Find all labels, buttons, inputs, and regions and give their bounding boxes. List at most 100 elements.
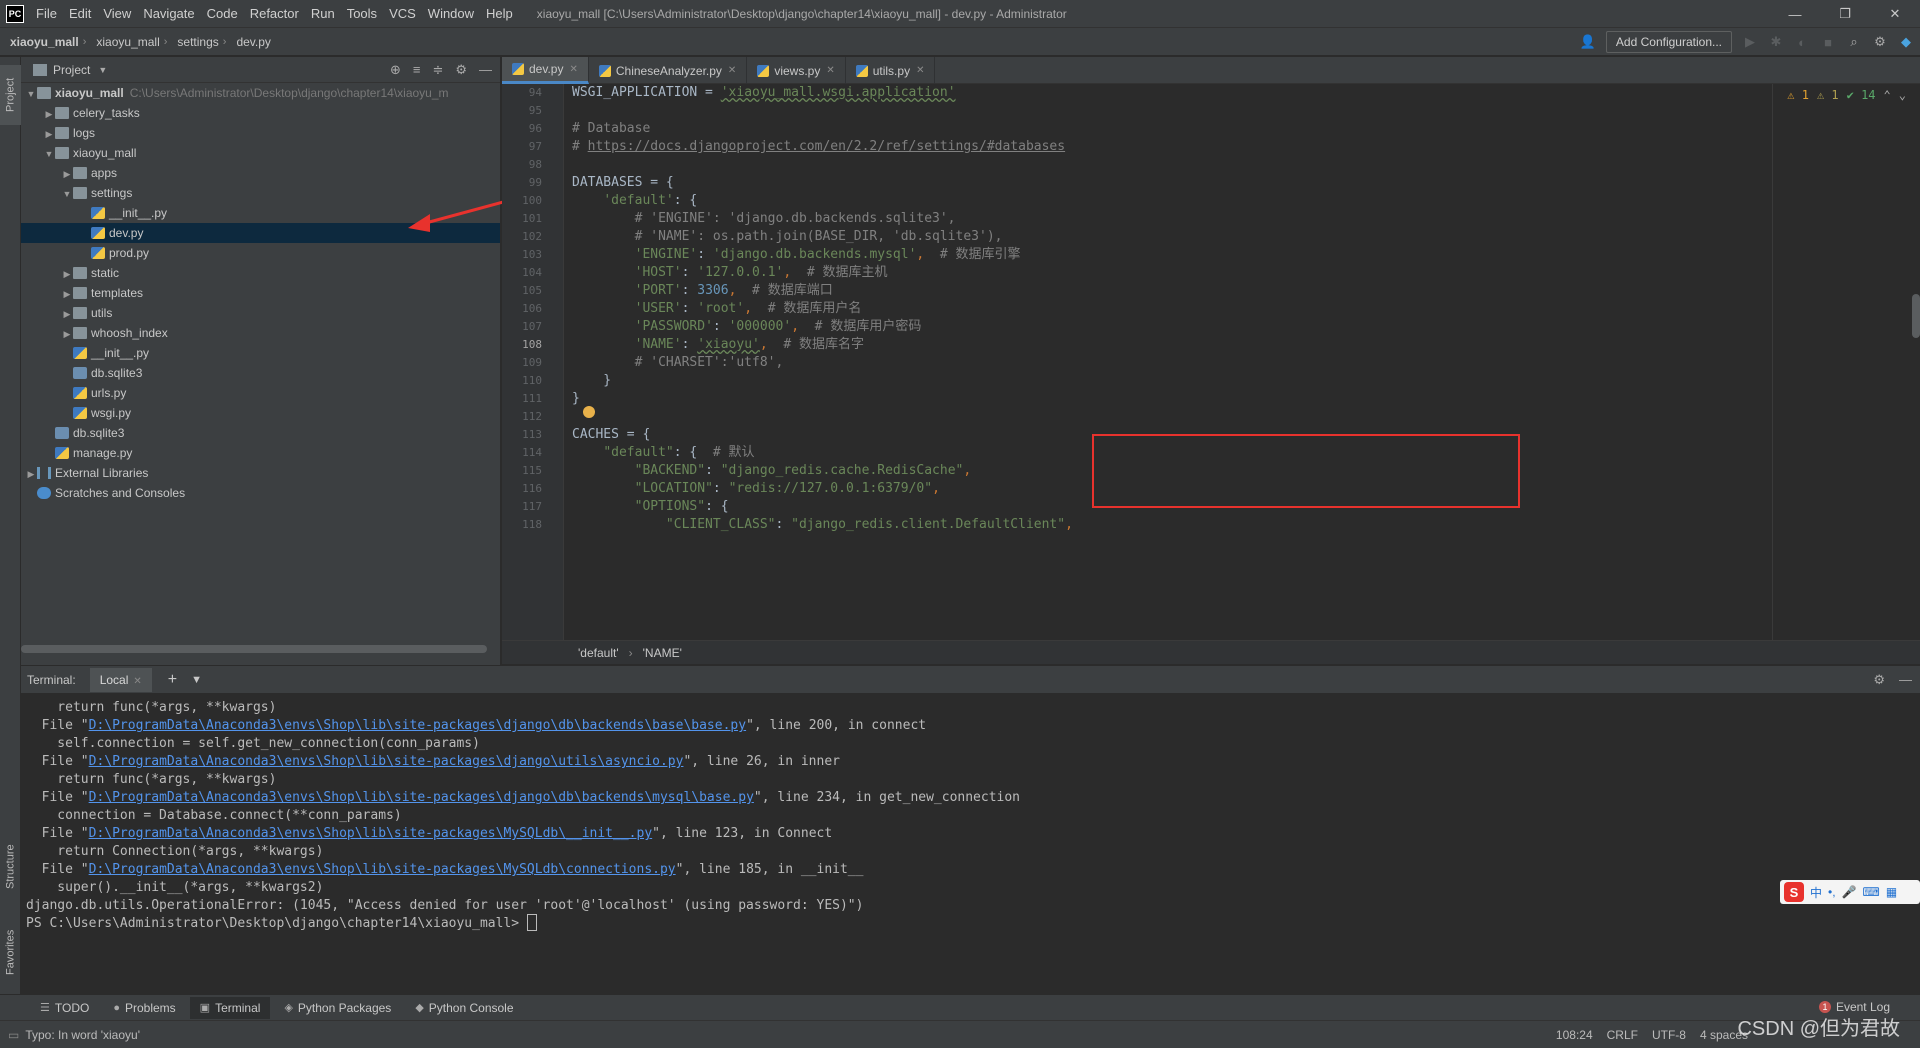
tool-tab-todo[interactable]: ☰ TODO (30, 997, 99, 1019)
tree-item[interactable]: __init__.py (21, 343, 500, 363)
search-icon[interactable]: ⌕ (1846, 34, 1862, 50)
locate-icon[interactable]: ⊕ (390, 62, 401, 78)
breadcrumb-package[interactable]: xiaoyu_mall (86, 35, 163, 49)
file-link[interactable]: D:\ProgramData\Anaconda3\envs\Shop\lib\s… (89, 754, 684, 769)
file-link[interactable]: D:\ProgramData\Anaconda3\envs\Shop\lib\s… (89, 718, 746, 733)
menu-item-file[interactable]: File (30, 0, 63, 28)
chevron-right-icon[interactable]: ▶ (61, 304, 73, 324)
punctuation-icon[interactable]: •, (1828, 885, 1836, 899)
menu-item-edit[interactable]: Edit (63, 0, 97, 28)
expand-all-icon[interactable]: ≡ (413, 62, 421, 78)
menu-item-navigate[interactable]: Navigate (137, 0, 200, 28)
ime-mode[interactable]: 中 (1810, 884, 1822, 901)
breadcrumb-default[interactable]: 'default' (578, 646, 619, 660)
tree-item[interactable]: ▶ logs (21, 123, 500, 144)
chevron-down-icon[interactable]: ▼ (43, 144, 55, 164)
breadcrumb-name[interactable]: 'NAME' (643, 646, 682, 660)
weak-warning-count[interactable]: ⚠ 1 (1817, 88, 1839, 102)
tool-tab-python-console[interactable]: ◆ Python Console (405, 997, 523, 1019)
chevron-down-icon[interactable]: ▼ (61, 184, 73, 204)
collapse-all-icon[interactable]: ≑ (432, 62, 443, 78)
gear-icon[interactable]: ⚙ (455, 62, 467, 78)
code-line[interactable]: WSGI_APPLICATION = 'xiaoyu_mall.wsgi.app… (572, 84, 956, 104)
menu-item-vcs[interactable]: VCS (383, 0, 422, 28)
tree-item[interactable]: ▶ External Libraries (21, 463, 500, 484)
file-encoding[interactable]: UTF-8 (1652, 1028, 1686, 1042)
new-terminal-icon[interactable]: + (168, 671, 177, 689)
chevron-right-icon[interactable]: ▶ (61, 164, 73, 184)
file-link[interactable]: D:\ProgramData\Anaconda3\envs\Shop\lib\s… (89, 826, 653, 841)
chevron-right-icon[interactable]: ▶ (61, 324, 73, 344)
chevron-right-icon[interactable]: ▶ (43, 124, 55, 144)
terminal-output[interactable]: return func(*args, **kwargs) File "D:\Pr… (21, 693, 1920, 993)
editor-tab[interactable]: views.py ✕ (747, 57, 846, 84)
close-icon[interactable]: ✕ (569, 64, 577, 75)
add-configuration-button[interactable]: Add Configuration... (1605, 31, 1732, 53)
inspection-widget[interactable]: ⚠ 1 ⚠ 1 ✔ 14 ⌃ ⌄ (1787, 88, 1906, 102)
chevron-right-icon[interactable]: ▶ (43, 104, 55, 124)
tree-item[interactable]: prod.py (21, 243, 500, 263)
tree-item[interactable]: ▶ whoosh_index (21, 323, 500, 344)
chevron-down-icon[interactable]: ▼ (25, 84, 37, 104)
run-icon[interactable]: ▶ (1742, 34, 1758, 50)
tree-item[interactable]: ▶ celery_tasks (21, 103, 500, 124)
ime-toolbar[interactable]: S 中 •, 🎤 ⌨ ▦ (1780, 880, 1920, 904)
structure-tool-tab[interactable]: Structure (0, 827, 21, 907)
tree-item[interactable]: wsgi.py (21, 403, 500, 423)
warning-count[interactable]: ⚠ 1 (1787, 88, 1809, 102)
keyboard-icon[interactable]: ⌨ (1863, 885, 1880, 899)
chevron-down-icon[interactable]: ⌄ (1899, 88, 1906, 102)
breadcrumb-project[interactable]: xiaoyu_mall (0, 35, 83, 49)
hide-icon[interactable]: — (1899, 672, 1912, 688)
menu-item-window[interactable]: Window (422, 0, 480, 28)
tool-tab-terminal[interactable]: ▣ Terminal (189, 996, 271, 1019)
editor-tab[interactable]: ChineseAnalyzer.py ✕ (589, 57, 748, 84)
tree-item[interactable]: ▶ templates (21, 283, 500, 303)
line-separator[interactable]: CRLF (1607, 1028, 1638, 1042)
tree-item[interactable]: urls.py (21, 383, 500, 403)
tree-item[interactable]: ▶ static (21, 263, 500, 284)
hide-icon[interactable]: — (479, 62, 492, 78)
project-tool-tab[interactable]: Project (0, 65, 21, 125)
minimize-icon[interactable]: — (1770, 0, 1820, 28)
close-icon[interactable]: ✕ (826, 65, 834, 76)
code-line[interactable]: } (572, 388, 580, 410)
panel-toggle-icon[interactable]: ▭ (8, 1028, 19, 1042)
editor-tab[interactable]: utils.py ✕ (846, 57, 936, 84)
close-icon[interactable]: ✕ (916, 65, 924, 76)
favorites-tool-tab[interactable]: Favorites (0, 917, 21, 987)
code-line[interactable]: # https://docs.djangoproject.com/en/2.2/… (572, 136, 1065, 158)
tree-item[interactable]: ▼ xiaoyu_mall C:\Users\Administrator\Deskt… (21, 83, 500, 104)
code-editor[interactable]: 94 95 96 97 98 99 100 101 102 103 104 105 106 107 108 1… (502, 84, 1920, 640)
apps-icon[interactable]: ▦ (1886, 885, 1897, 899)
horizontal-scrollbar[interactable] (21, 645, 487, 653)
chevron-up-icon[interactable]: ⌃ (1884, 88, 1891, 102)
coverage-icon[interactable]: ◐ (1794, 34, 1810, 50)
chevron-right-icon[interactable]: ▶ (61, 264, 73, 284)
gear-icon[interactable]: ⚙ (1872, 34, 1888, 50)
file-link[interactable]: D:\ProgramData\Anaconda3\envs\Shop\lib\s… (89, 790, 754, 805)
close-icon[interactable]: ✕ (728, 65, 736, 76)
tree-item[interactable]: db.sqlite3 (21, 423, 500, 443)
tree-item[interactable]: ▼ xiaoyu_mall (21, 143, 500, 164)
tree-item[interactable]: manage.py (21, 443, 500, 463)
tree-item[interactable]: ▶ utils (21, 303, 500, 324)
file-link[interactable]: D:\ProgramData\Anaconda3\envs\Shop\lib\s… (89, 862, 676, 877)
user-icon[interactable]: 👤 (1580, 34, 1596, 50)
menu-item-refactor[interactable]: Refactor (244, 0, 305, 28)
tool-tab-python-packages[interactable]: ◈ Python Packages (274, 997, 401, 1019)
menu-item-view[interactable]: View (97, 0, 137, 28)
editor-tab[interactable]: dev.py ✕ (502, 57, 589, 84)
microphone-icon[interactable]: 🎤 (1842, 885, 1857, 899)
gear-icon[interactable]: ⚙ (1873, 672, 1885, 688)
jetbrains-icon[interactable]: ◆ (1898, 34, 1914, 50)
menu-item-tools[interactable]: Tools (341, 0, 383, 28)
breadcrumb-file[interactable]: dev.py (226, 35, 274, 49)
chevron-right-icon[interactable]: ▶ (25, 464, 37, 484)
project-view-selector[interactable]: Project (53, 63, 90, 77)
close-icon[interactable]: ✕ (1870, 0, 1920, 28)
terminal-tab-local[interactable]: Local ✕ (89, 667, 152, 692)
menu-item-code[interactable]: Code (201, 0, 244, 28)
vertical-scrollbar[interactable] (1912, 294, 1920, 338)
tree-item[interactable]: Scratches and Consoles (21, 483, 500, 503)
